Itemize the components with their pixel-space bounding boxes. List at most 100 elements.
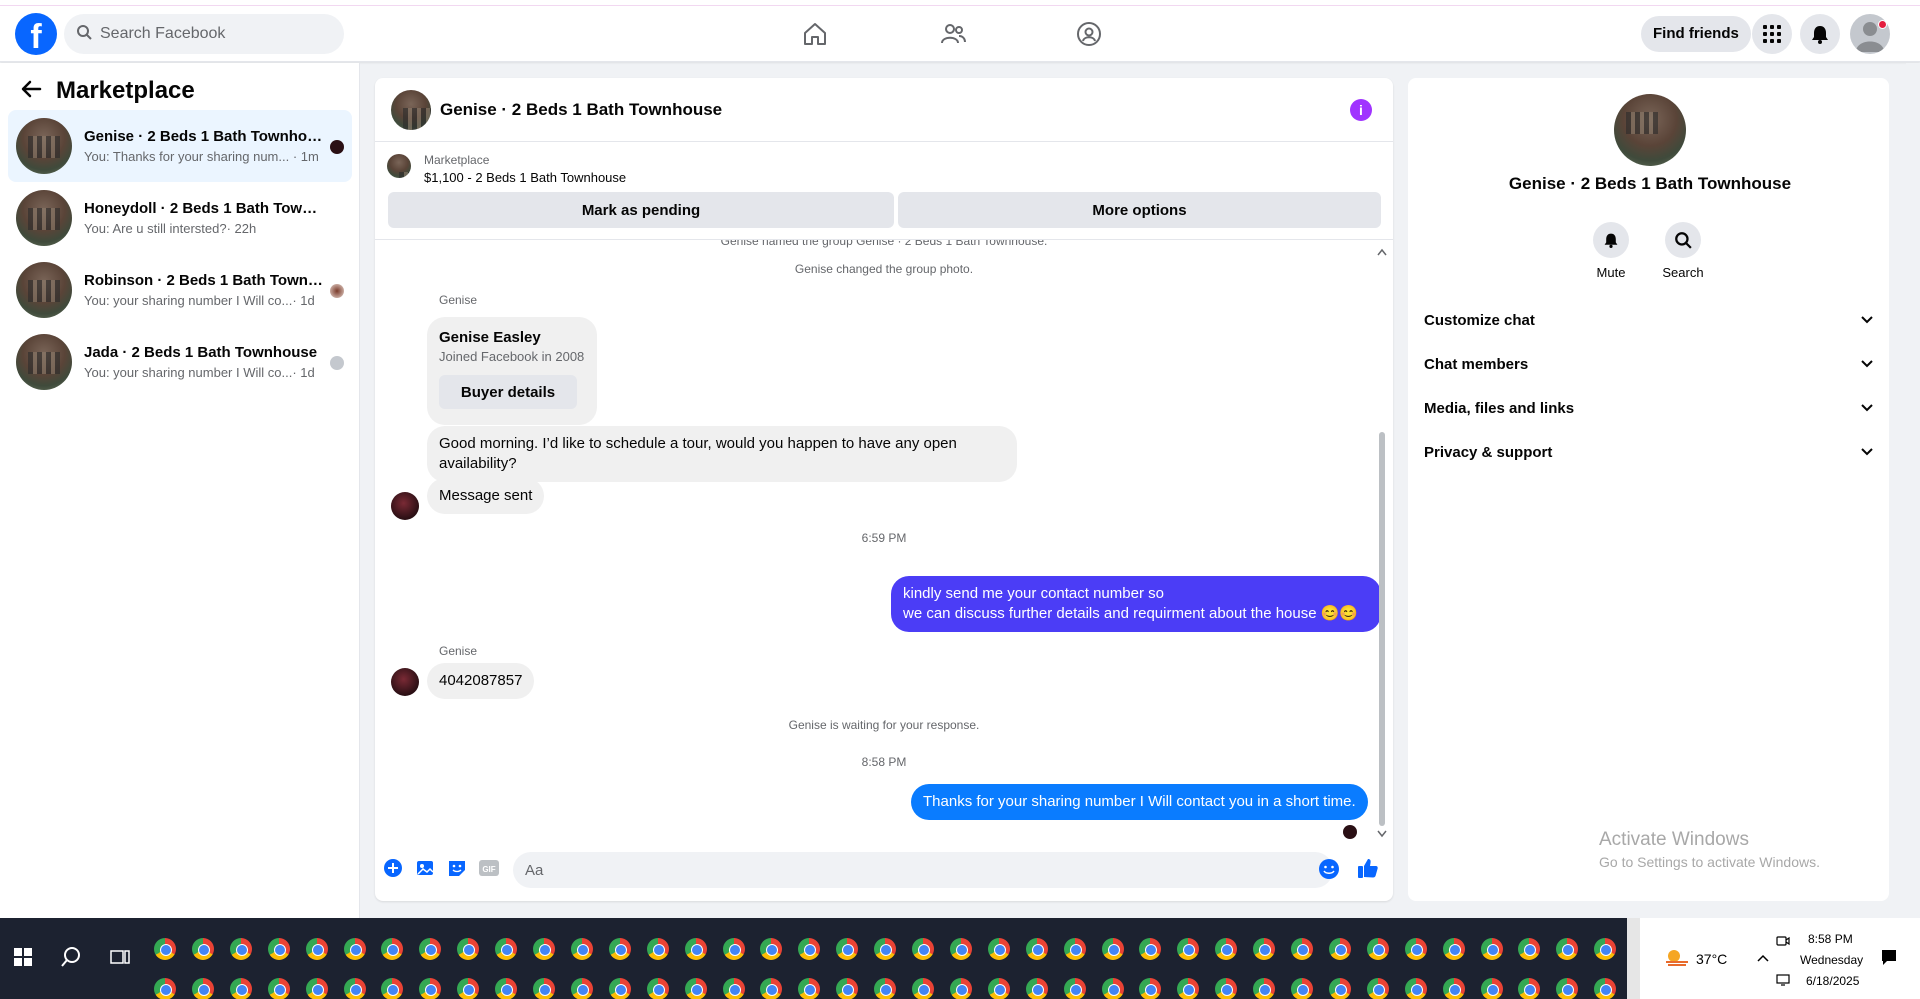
conversation-item[interactable]: Honeydoll · 2 Beds 1 Bath Townho... You:… xyxy=(8,182,352,254)
clock-day[interactable]: Wednesday xyxy=(1800,953,1863,967)
browser-taskbar-icon[interactable] xyxy=(1329,978,1351,999)
browser-taskbar-icon[interactable] xyxy=(344,978,366,999)
customize-chat-row[interactable]: Customize chat xyxy=(1424,302,1884,338)
browser-taskbar-icon[interactable] xyxy=(230,938,252,960)
browser-taskbar-icon[interactable] xyxy=(836,938,858,960)
browser-taskbar-icon[interactable] xyxy=(419,938,441,960)
browser-taskbar-icon[interactable] xyxy=(760,978,782,999)
browser-taskbar-icon[interactable] xyxy=(230,978,252,999)
message-input[interactable] xyxy=(513,852,1333,888)
conversation-item[interactable]: Jada · 2 Beds 1 Bath Townhouse You: your… xyxy=(8,326,352,398)
browser-taskbar-icon[interactable] xyxy=(381,938,403,960)
chevron-up-icon[interactable] xyxy=(1756,950,1770,967)
browser-taskbar-icon[interactable] xyxy=(912,978,934,999)
browser-taskbar-icon[interactable] xyxy=(571,978,593,999)
search-input[interactable] xyxy=(100,25,320,43)
back-arrow-icon[interactable] xyxy=(20,78,42,104)
browser-taskbar-icon[interactable] xyxy=(1367,938,1389,960)
browser-taskbar-icon[interactable] xyxy=(1518,938,1540,960)
browser-taskbar-icon[interactable] xyxy=(760,938,782,960)
listing-price[interactable]: $1,100 - 2 Beds 1 Bath Townhouse xyxy=(424,170,626,185)
browser-taskbar-icon[interactable] xyxy=(685,938,707,960)
message-bubble[interactable]: Message sent xyxy=(427,478,545,514)
browser-taskbar-icon[interactable] xyxy=(950,978,972,999)
browser-taskbar-icon[interactable] xyxy=(381,978,403,999)
browser-taskbar-icon[interactable] xyxy=(457,978,479,999)
browser-taskbar-icon[interactable] xyxy=(571,938,593,960)
browser-taskbar-icon[interactable] xyxy=(268,978,290,999)
browser-taskbar-icon[interactable] xyxy=(154,938,176,960)
browser-taskbar-icon[interactable] xyxy=(1253,978,1275,999)
taskbar-scroll[interactable] xyxy=(1627,918,1640,999)
browser-taskbar-icon[interactable] xyxy=(723,978,745,999)
buyer-details-button[interactable]: Buyer details xyxy=(439,375,577,409)
browser-taskbar-icon[interactable] xyxy=(1139,938,1161,960)
my-message-bubble[interactable]: kindly send me your contact number so we… xyxy=(891,576,1381,632)
task-view-icon[interactable] xyxy=(110,948,130,970)
browser-taskbar-icon[interactable] xyxy=(1405,978,1427,999)
photo-icon[interactable] xyxy=(413,856,437,880)
network-icon[interactable] xyxy=(1776,973,1790,990)
conversation-item[interactable]: Robinson · 2 Beds 1 Bath Townh... You: y… xyxy=(8,254,352,326)
browser-taskbar-icon[interactable] xyxy=(192,978,214,999)
my-message-bubble[interactable]: Thanks for your sharing number I Will co… xyxy=(911,784,1368,820)
sender-avatar[interactable] xyxy=(391,492,419,520)
mark-as-pending-button[interactable]: Mark as pending xyxy=(388,192,894,228)
like-thumb-icon[interactable] xyxy=(1356,856,1380,880)
browser-taskbar-icon[interactable] xyxy=(1481,938,1503,960)
browser-taskbar-icon[interactable] xyxy=(647,978,669,999)
browser-taskbar-icon[interactable] xyxy=(1064,978,1086,999)
notifications-bell-icon[interactable] xyxy=(1800,14,1840,54)
browser-taskbar-icon[interactable] xyxy=(1026,978,1048,999)
page-scrollbar[interactable] xyxy=(1906,63,1920,918)
media-files-links-row[interactable]: Media, files and links xyxy=(1424,390,1884,426)
browser-taskbar-icon[interactable] xyxy=(1291,978,1313,999)
browser-taskbar-icon[interactable] xyxy=(1443,938,1465,960)
browser-taskbar-icon[interactable] xyxy=(154,978,176,999)
browser-taskbar-icon[interactable] xyxy=(268,938,290,960)
temperature[interactable]: 37°C xyxy=(1696,951,1727,967)
mute-button[interactable]: Mute xyxy=(1581,222,1641,280)
browser-taskbar-icon[interactable] xyxy=(1064,938,1086,960)
weather-icon[interactable] xyxy=(1664,946,1690,972)
group-photo[interactable] xyxy=(1614,94,1686,166)
browser-taskbar-icon[interactable] xyxy=(1215,938,1237,960)
windows-start-icon[interactable] xyxy=(14,948,32,966)
browser-taskbar-icon[interactable] xyxy=(988,978,1010,999)
conversation-item[interactable]: Genise · 2 Beds 1 Bath Townhouse You: Th… xyxy=(8,110,352,182)
taskbar-search-icon[interactable] xyxy=(60,946,82,972)
browser-taskbar-icon[interactable] xyxy=(609,938,631,960)
browser-taskbar-icon[interactable] xyxy=(1102,978,1124,999)
chat-scrollbar[interactable] xyxy=(1377,248,1387,838)
groups-icon[interactable] xyxy=(1071,16,1107,52)
browser-taskbar-icon[interactable] xyxy=(306,938,328,960)
emoji-icon[interactable] xyxy=(1317,857,1341,881)
facebook-logo[interactable]: f xyxy=(15,13,57,55)
message-bubble[interactable]: 4042087857 xyxy=(427,663,535,699)
scroll-down-icon[interactable] xyxy=(1377,830,1387,838)
browser-taskbar-icon[interactable] xyxy=(1405,938,1427,960)
chat-avatar[interactable] xyxy=(391,90,431,130)
friends-icon[interactable] xyxy=(935,16,971,52)
browser-taskbar-icon[interactable] xyxy=(874,938,896,960)
more-options-button[interactable]: More options xyxy=(898,192,1381,228)
browser-taskbar-icon[interactable] xyxy=(1329,938,1351,960)
menu-grid-icon[interactable] xyxy=(1752,14,1792,54)
chat-title[interactable]: Genise · 2 Beds 1 Bath Townhouse xyxy=(440,100,722,120)
browser-taskbar-icon[interactable] xyxy=(495,978,517,999)
browser-taskbar-icon[interactable] xyxy=(1253,938,1275,960)
browser-taskbar-icon[interactable] xyxy=(533,938,555,960)
browser-taskbar-icon[interactable] xyxy=(306,978,328,999)
info-icon[interactable]: i xyxy=(1350,99,1372,121)
browser-taskbar-icon[interactable] xyxy=(1139,978,1161,999)
browser-taskbar-icon[interactable] xyxy=(1556,978,1578,999)
browser-taskbar-icon[interactable] xyxy=(1177,978,1199,999)
browser-taskbar-icon[interactable] xyxy=(1594,978,1616,999)
browser-taskbar-icon[interactable] xyxy=(533,978,555,999)
clock-date[interactable]: 6/18/2025 xyxy=(1806,974,1859,988)
browser-taskbar-icon[interactable] xyxy=(457,938,479,960)
browser-taskbar-icon[interactable] xyxy=(950,938,972,960)
sticker-icon[interactable] xyxy=(445,856,469,880)
chat-members-row[interactable]: Chat members xyxy=(1424,346,1884,382)
browser-taskbar-icon[interactable] xyxy=(1291,938,1313,960)
